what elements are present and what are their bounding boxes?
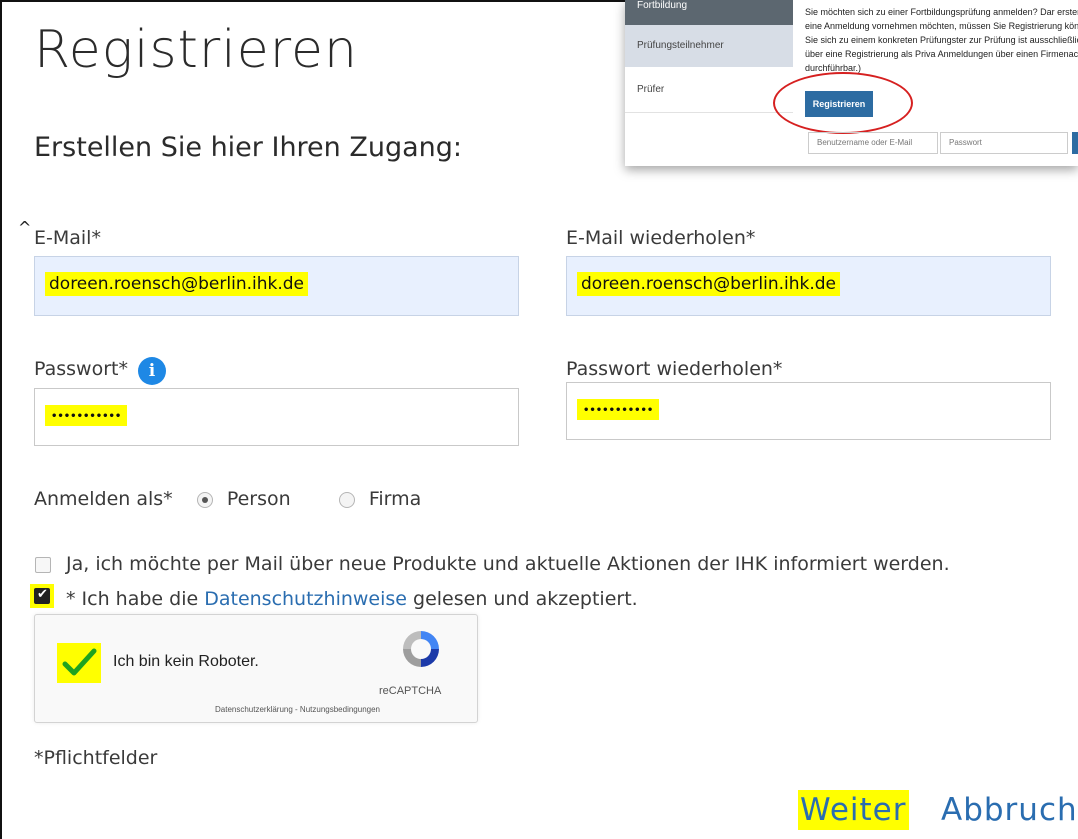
privacy-checkbox[interactable] xyxy=(34,587,50,604)
next-button[interactable]: Weiter xyxy=(798,790,909,830)
inset-nav: Fortbildung Prüfungsteilnehmer Prüfer xyxy=(625,0,793,113)
inset-nav-item-pruefer[interactable]: Prüfer xyxy=(625,67,793,113)
radio-person-label: Person xyxy=(226,488,291,510)
recaptcha-widget: Ich bin kein Roboter. reCAPTCHA Datensch… xyxy=(34,614,478,723)
register-as-label: Anmelden als* xyxy=(34,488,173,510)
password-label: Passwort* xyxy=(34,358,128,380)
info-icon[interactable]: i xyxy=(138,357,166,385)
inset-nav-item-pruefungsteilnehmer[interactable]: Prüfungsteilnehmer xyxy=(625,25,793,67)
page-subtitle: Erstellen Sie hier Ihren Zugang: xyxy=(34,132,463,163)
checkmark-icon xyxy=(62,648,97,676)
newsletter-text: Ja, ich möchte per Mail über neue Produk… xyxy=(66,553,950,575)
radio-person[interactable] xyxy=(196,491,213,508)
email-label: E-Mail* xyxy=(34,227,101,249)
recaptcha-logo-icon xyxy=(403,631,439,667)
required-note: *Pflichtfelder xyxy=(34,747,158,769)
inset-highlight-ring xyxy=(773,72,913,134)
newsletter-checkbox[interactable] xyxy=(35,557,51,573)
cancel-button[interactable]: Abbruch xyxy=(941,790,1078,830)
password-repeat-label: Passwort wiederholen* xyxy=(566,358,783,380)
recaptcha-terms[interactable]: Datenschutzerklärung - Nutzungsbedingung… xyxy=(215,705,380,714)
register-as-row: Anmelden als* Person Firma xyxy=(34,488,421,510)
inset-nav-item-fortbildung[interactable]: Fortbildung xyxy=(625,0,793,25)
inset-login-button[interactable] xyxy=(1072,132,1078,154)
page-title: Registrieren xyxy=(34,20,358,80)
caret-mark: ^ xyxy=(18,218,32,237)
privacy-suffix: gelesen und akzeptiert. xyxy=(406,588,638,610)
email-repeat-label: E-Mail wiederholen* xyxy=(566,227,756,249)
inset-password-input[interactable]: Passwort xyxy=(940,132,1068,154)
email-field[interactable]: doreen.roensch@berlin.ihk.de xyxy=(34,256,519,316)
recaptcha-brand: reCAPTCHA xyxy=(379,685,442,697)
password-repeat-field[interactable]: ••••••••••• xyxy=(566,382,1051,440)
recaptcha-text: Ich bin kein Roboter. xyxy=(113,653,259,670)
radio-firma[interactable] xyxy=(338,491,355,508)
password-repeat-value: ••••••••••• xyxy=(577,399,660,420)
recaptcha-checkbox[interactable] xyxy=(57,643,101,683)
radio-firma-label: Firma xyxy=(368,488,422,510)
privacy-link[interactable]: Datenschutzhinweise xyxy=(204,588,407,610)
email-value: doreen.roensch@berlin.ihk.de xyxy=(45,272,308,296)
email-repeat-value: doreen.roensch@berlin.ihk.de xyxy=(577,272,840,296)
email-repeat-field[interactable]: doreen.roensch@berlin.ihk.de xyxy=(566,256,1051,316)
inset-paragraph: Sie möchten sich zu einer Fortbildungspr… xyxy=(805,7,1078,73)
password-value: ••••••••••• xyxy=(45,405,128,426)
inset-username-input[interactable]: Benutzername oder E-Mail xyxy=(808,132,938,154)
privacy-prefix: * Ich habe die xyxy=(66,588,205,610)
privacy-text: * Ich habe die Datenschutzhinweise geles… xyxy=(66,588,638,610)
inset-screenshot: Fortbildung Prüfungsteilnehmer Prüfer Si… xyxy=(625,0,1078,166)
password-field[interactable]: ••••••••••• xyxy=(34,388,519,446)
